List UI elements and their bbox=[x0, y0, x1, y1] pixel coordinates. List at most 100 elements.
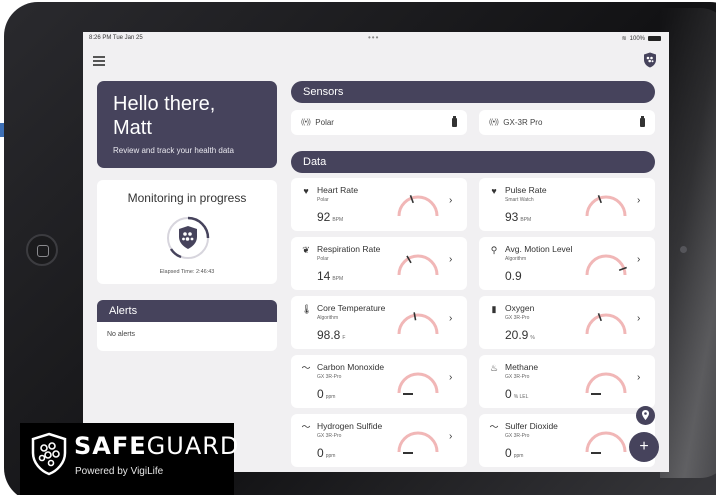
tile-name: Hydrogen Sulfide bbox=[317, 421, 383, 431]
tile-value: 20.9% bbox=[505, 328, 535, 342]
flame-icon: ♨ bbox=[489, 363, 499, 373]
wifi-icon: ≋ bbox=[621, 36, 627, 42]
trend-icon: 〜 bbox=[301, 422, 311, 432]
status-right: ≋ 100% bbox=[622, 35, 661, 42]
shield-logo-icon[interactable] bbox=[643, 52, 657, 68]
brand-tagline: Powered by VigiLife bbox=[75, 466, 164, 477]
sensor-label: GX-3R Pro bbox=[503, 118, 543, 127]
tile-value: 93 BPM bbox=[505, 210, 531, 224]
battery-percent: 100% bbox=[629, 35, 645, 42]
tile-value: 14 BPM bbox=[317, 269, 343, 283]
tile-source: GX 3R-Pro bbox=[505, 315, 530, 321]
tile-unit: F bbox=[342, 335, 346, 341]
tile-value-number: 92 bbox=[317, 210, 331, 224]
brand-name-light: GUARD bbox=[146, 432, 240, 460]
trend-icon: 〜 bbox=[301, 363, 311, 373]
gauge-dash bbox=[403, 452, 413, 454]
oxygen-tank-icon: ▮ bbox=[491, 304, 497, 314]
location-pin-icon bbox=[642, 410, 649, 420]
greeting-card: Hello there, Matt Review and track your … bbox=[97, 81, 277, 168]
chevron-right-icon: › bbox=[449, 195, 453, 206]
home-button[interactable] bbox=[26, 234, 58, 266]
battery-icon bbox=[452, 116, 457, 127]
tablet-camera bbox=[680, 246, 687, 253]
thermometer-icon: 🌡 bbox=[301, 304, 313, 314]
tile-source: Polar bbox=[317, 256, 329, 262]
tile-value-number: 0 bbox=[317, 387, 324, 401]
add-button[interactable]: + bbox=[629, 432, 659, 462]
lungs-icon: ❦ bbox=[302, 245, 310, 255]
chevron-right-icon: › bbox=[449, 372, 453, 383]
tile-value: 0 ppm bbox=[317, 446, 335, 460]
tile-source: GX 3R-Pro bbox=[505, 374, 530, 380]
tile-unit: BPM bbox=[332, 217, 344, 223]
gauge-arc bbox=[397, 195, 439, 217]
data-tile[interactable]: ⚲ Avg. Motion Level Algorithm 0.9 › bbox=[479, 237, 655, 290]
tile-unit: % LEL bbox=[513, 394, 529, 400]
greeting-line1: Hello there, bbox=[113, 93, 216, 115]
tile-value: 0 ppm bbox=[317, 387, 335, 401]
location-button[interactable] bbox=[636, 406, 655, 425]
chevron-right-icon: › bbox=[449, 254, 453, 265]
data-tile[interactable]: ♨ Methane GX 3R-Pro 0% LEL › bbox=[479, 355, 655, 408]
signal-icon: ((•)) bbox=[301, 119, 311, 126]
gauge-dash bbox=[403, 393, 413, 395]
tile-value: 0% LEL bbox=[505, 387, 528, 401]
tile-value-number: 93 bbox=[505, 210, 519, 224]
greeting-name: Matt bbox=[113, 117, 152, 139]
tile-name: Pulse Rate bbox=[505, 185, 547, 195]
tile-name: Carbon Monoxide bbox=[317, 362, 385, 372]
data-tile[interactable]: 〜Sulfer DioxideGX 3R-Pro0ppm› bbox=[479, 414, 655, 467]
tile-name: Heart Rate bbox=[317, 185, 359, 195]
battery-icon bbox=[648, 36, 661, 41]
signal-icon: ((•)) bbox=[489, 119, 499, 126]
gauge-arc bbox=[585, 372, 627, 394]
data-tile[interactable]: ❦ Respiration Rate Polar 14 BPM › bbox=[291, 237, 467, 290]
shield-logo-icon bbox=[31, 432, 67, 476]
tile-value: 92 BPM bbox=[317, 210, 343, 224]
gauge-icon bbox=[585, 254, 627, 276]
sensor-item-gx3r[interactable]: ((•)) GX-3R Pro bbox=[479, 110, 655, 135]
elapsed-time: Elapsed Time: 2:46:43 bbox=[159, 269, 215, 275]
gauge-arc bbox=[397, 313, 439, 335]
sensor-label: Polar bbox=[315, 118, 334, 127]
menu-icon[interactable] bbox=[93, 56, 105, 66]
greeting-subtitle: Review and track your health data bbox=[113, 146, 234, 155]
data-tile[interactable]: ▮ Oxygen GX 3R-Pro 20.9% › bbox=[479, 296, 655, 349]
multitask-dots[interactable]: ••• bbox=[368, 33, 379, 42]
chevron-right-icon: › bbox=[637, 372, 641, 383]
gauge-icon bbox=[585, 195, 627, 217]
gauge-dash bbox=[591, 393, 601, 395]
tile-source: GX 3R-Pro bbox=[505, 433, 530, 439]
gauge-arc bbox=[585, 195, 627, 217]
gauge-icon bbox=[585, 431, 627, 453]
data-tile[interactable]: ♥ Heart Rate Polar 92 BPM › bbox=[291, 178, 467, 231]
tile-value-number: 98.8 bbox=[317, 328, 341, 342]
sensor-item-polar[interactable]: ((•)) Polar bbox=[291, 110, 467, 135]
tile-value-number: 0 bbox=[505, 446, 512, 460]
gauge-icon bbox=[585, 372, 627, 394]
data-tile[interactable]: ♥ Pulse Rate Smart Watch 93 BPM › bbox=[479, 178, 655, 231]
chevron-right-icon: › bbox=[637, 195, 641, 206]
brand-banner: SAFEGUARD Powered by VigiLife bbox=[20, 423, 238, 495]
gauge-needle bbox=[413, 312, 417, 321]
runner-icon: ⚲ bbox=[490, 245, 498, 255]
monitoring-card[interactable]: Monitoring in progress Elapsed Time: 2:4… bbox=[97, 180, 277, 284]
sensors-header: Sensors bbox=[291, 81, 655, 103]
status-time: 8:26 PM Tue Jan 25 bbox=[89, 35, 143, 41]
tile-value-number: 0 bbox=[505, 387, 512, 401]
chevron-right-icon: › bbox=[637, 313, 641, 324]
tile-unit: BPM bbox=[520, 217, 532, 223]
chevron-right-icon: › bbox=[449, 431, 453, 442]
tile-unit: ppm bbox=[325, 394, 336, 400]
gauge-arc bbox=[397, 372, 439, 394]
data-tile[interactable]: 〜 Hydrogen Sulfide GX 3R-Pro 0 ppm › bbox=[291, 414, 467, 467]
gauge-dash bbox=[591, 452, 601, 454]
brand-name-bold: SAFE bbox=[74, 432, 147, 460]
data-tile[interactable]: 🌡 Core Temperature Algorithm 98.8 F › bbox=[291, 296, 467, 349]
tile-source: Algorithm bbox=[505, 256, 527, 262]
alerts-empty: No alerts bbox=[97, 322, 277, 351]
data-tile[interactable]: 〜 Carbon Monoxide GX 3R-Pro 0 ppm › bbox=[291, 355, 467, 408]
gauge-arc bbox=[585, 313, 627, 335]
tile-value-number: 14 bbox=[317, 269, 331, 283]
